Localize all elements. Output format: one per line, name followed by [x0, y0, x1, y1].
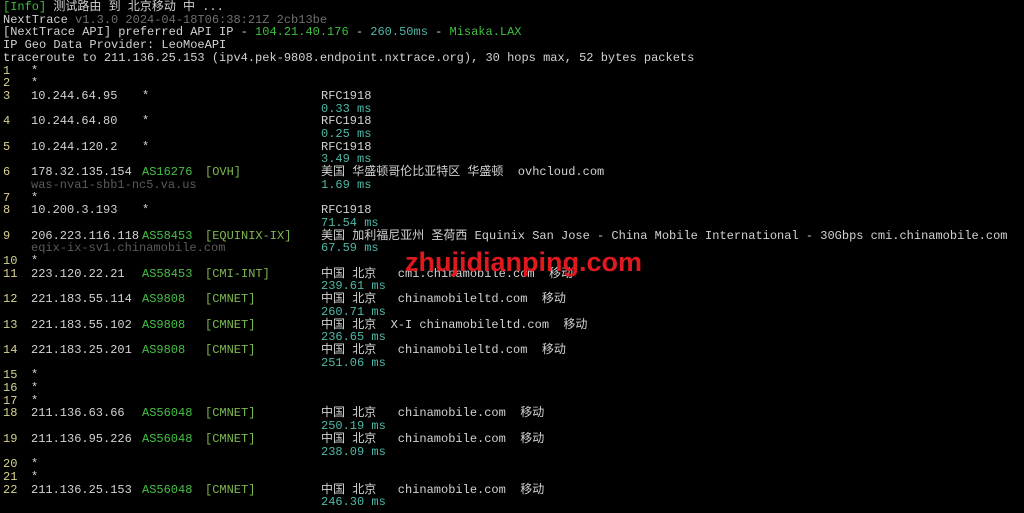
header-segment: traceroute to 211.136.25.153 (ipv4.pek-9…	[3, 50, 695, 65]
header-text: traceroute to 211.136.25.153 (ipv4.pek-9…	[3, 50, 695, 65]
hop-ip: *	[31, 469, 39, 484]
hop-number: 4	[3, 114, 11, 129]
hop-ip: 221.183.25.201	[31, 342, 132, 357]
hop-geo: RFC1918	[321, 88, 372, 103]
hop-asn: AS56048	[142, 482, 193, 497]
hop-asn: *	[142, 114, 150, 129]
hop-asn: *	[142, 203, 150, 218]
hop-network-tag: [CMNET]	[205, 431, 256, 446]
header-segment: 260.50ms	[370, 25, 428, 40]
hop-ip: 211.136.63.66	[31, 406, 125, 421]
hop-network-tag: [CMNET]	[205, 406, 256, 421]
hop-number: 18	[3, 406, 18, 421]
hop-geo: 美国 加利福尼亚州 圣荷西 Equinix San Jose - China M…	[321, 228, 1008, 243]
hop-rtt: 1.69 ms	[321, 177, 372, 192]
hop-number: 6	[3, 165, 11, 180]
hop-number: 9	[3, 228, 11, 243]
hop-network-tag: [CMI-INT]	[205, 266, 270, 281]
hop-number: 22	[3, 482, 18, 497]
hop-number: 5	[3, 139, 11, 154]
hop-network-tag: [CMNET]	[205, 317, 256, 332]
hop-asn: AS9808	[142, 342, 186, 357]
hop-asn: *	[142, 88, 150, 103]
hop-geo: 中国 北京 chinamobile.com 移动	[321, 431, 545, 446]
hop-asn: AS56048	[142, 431, 193, 446]
hop-hostname: was-nva1-sbb1-nc5.va.us	[31, 177, 197, 192]
hop-ip: 223.120.22.21	[31, 266, 125, 281]
hop-asn: AS9808	[142, 317, 186, 332]
hop-number: 19	[3, 431, 18, 446]
header-segment: -	[427, 25, 450, 40]
hop-network-tag: [OVH]	[205, 165, 242, 180]
hop-asn: AS58453	[142, 266, 193, 281]
hop-ip: 211.136.95.226	[31, 431, 132, 446]
hop-ip: 10.244.120.2	[31, 139, 118, 154]
hop-rtt: 71.54 ms	[321, 215, 379, 230]
hop-rtt: 260.71 ms	[321, 304, 386, 319]
hop-number: 12	[3, 292, 18, 307]
hop-number: 14	[3, 342, 18, 357]
hop-ip: 10.200.3.193	[31, 203, 118, 218]
hop-asn: AS9808	[142, 292, 186, 307]
hop-asn: *	[142, 139, 150, 154]
hop-rtt: 67.59 ms	[321, 241, 379, 256]
header-segment: -	[348, 25, 371, 40]
hop-network-tag: [CMNET]	[205, 482, 256, 497]
hop-rtt: 246.30 ms	[321, 495, 386, 510]
hop-ip: 211.136.25.153	[31, 482, 132, 497]
header-segment: Misaka.LAX	[449, 25, 522, 40]
hop-number: 21	[3, 469, 18, 484]
hop-ip: 10.244.64.95	[31, 88, 118, 103]
hop-network-tag: [CMNET]	[205, 342, 256, 357]
hop-geo: 中国 北京 chinamobileltd.com 移动	[321, 342, 566, 357]
hop-rtt: 251.06 ms	[321, 355, 386, 370]
hop-asn: AS56048	[142, 406, 193, 421]
hop-ip: 10.244.64.80	[31, 114, 118, 129]
hop-ip: 221.183.55.114	[31, 292, 132, 307]
hop-network-tag: [CMNET]	[205, 292, 256, 307]
hop-number: 8	[3, 203, 11, 218]
hop-ip: 221.183.55.102	[31, 317, 132, 332]
watermark: zhujidianping.com	[405, 247, 642, 277]
hop-number: 3	[3, 88, 11, 103]
hop-number: 13	[3, 317, 18, 332]
hop-hostname: eqix-ix-sv1.chinamobile.com	[31, 241, 226, 256]
header-segment: 104.21.40.176	[255, 25, 349, 40]
hop-number: 11	[3, 266, 18, 281]
hop-rtt: 238.09 ms	[321, 444, 386, 459]
